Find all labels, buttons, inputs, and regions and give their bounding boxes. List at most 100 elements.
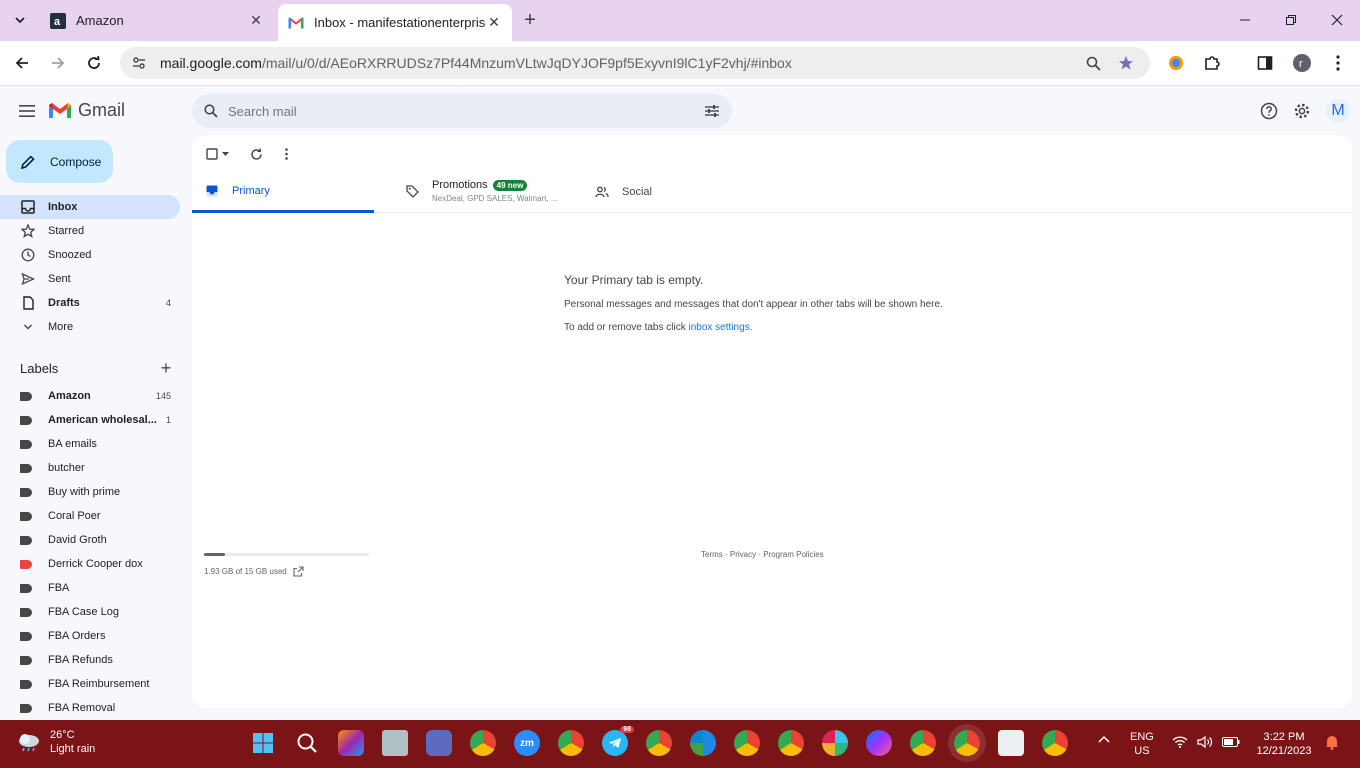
settings-button[interactable] <box>1291 100 1313 122</box>
browser-tab-gmail[interactable]: Inbox - manifestationenterprise ✕ <box>278 4 512 41</box>
chrome-app[interactable] <box>910 730 936 756</box>
label-item[interactable]: David Groth <box>0 528 180 552</box>
messenger-app[interactable] <box>866 730 892 756</box>
weather-widget[interactable]: 26°C Light rain <box>16 728 95 756</box>
language-indicator[interactable]: ENG US <box>1130 730 1154 758</box>
bookmark-star-icon[interactable] <box>1118 55 1134 71</box>
restore-button[interactable] <box>1279 8 1303 32</box>
extensions-menu-button[interactable] <box>1198 49 1226 77</box>
nav-item-more[interactable]: More <box>0 315 180 339</box>
nav-item-snoozed[interactable]: Snoozed <box>0 243 180 267</box>
chrome-app[interactable] <box>558 730 584 756</box>
snipping-tool-app[interactable] <box>998 730 1024 756</box>
refresh-button[interactable] <box>250 145 263 163</box>
url-text[interactable]: mail.google.com/mail/u/0/d/AEoRXRRUDSz7P… <box>160 55 1080 71</box>
label-item[interactable]: Derrick Cooper dox <box>0 552 180 576</box>
support-button[interactable] <box>1258 100 1280 122</box>
search-icon[interactable] <box>204 104 218 118</box>
label-item[interactable]: Buy with prime <box>0 480 180 504</box>
tab-search-dropdown[interactable] <box>8 8 32 32</box>
label-item[interactable]: American wholesal... 1 <box>0 408 180 432</box>
tab-social[interactable]: Social <box>582 171 732 213</box>
label-tag-icon <box>20 511 32 521</box>
reload-button[interactable] <box>80 49 108 77</box>
chrome-app[interactable] <box>1042 730 1068 756</box>
tab-title: Amazon <box>76 13 124 28</box>
label-item[interactable]: Amazon 145 <box>0 384 180 408</box>
task-view-app[interactable] <box>382 730 408 756</box>
chrome-app[interactable] <box>470 730 496 756</box>
search-input[interactable] <box>228 103 704 119</box>
open-external-icon[interactable] <box>293 566 304 577</box>
teams-meet-app[interactable] <box>426 730 452 756</box>
label-item[interactable]: FBA <box>0 576 180 600</box>
gmail-logo[interactable]: Gmail <box>48 100 125 121</box>
label-item[interactable]: FBA Case Log <box>0 600 180 624</box>
close-window-button[interactable] <box>1325 8 1349 32</box>
zoom-icon[interactable] <box>1086 56 1101 71</box>
extension-button[interactable] <box>1162 49 1190 77</box>
nav-item-inbox[interactable]: Inbox <box>0 195 180 219</box>
compose-button[interactable]: Compose <box>6 140 113 183</box>
zoom-icon: zm <box>520 737 534 749</box>
main-menu-button[interactable] <box>14 98 40 124</box>
label-item[interactable]: BA emails <box>0 432 180 456</box>
notifications-button[interactable] <box>1325 734 1339 750</box>
search-bar[interactable] <box>192 94 732 128</box>
chrome-app[interactable] <box>778 730 804 756</box>
copilot-app[interactable] <box>338 730 364 756</box>
label-item[interactable]: FBA Orders <box>0 624 180 648</box>
create-label-icon[interactable]: + <box>158 358 174 379</box>
network-button[interactable] <box>1172 736 1188 748</box>
zoom-app[interactable]: zm <box>514 730 540 756</box>
more-actions-button[interactable] <box>285 145 288 163</box>
volume-button[interactable] <box>1197 736 1213 748</box>
start-button[interactable] <box>250 730 276 756</box>
label-name: Amazon <box>48 390 91 402</box>
inbox-settings-link[interactable]: inbox settings <box>689 322 750 333</box>
nav-item-starred[interactable]: Starred <box>0 219 180 243</box>
label-item[interactable]: FBA Removal <box>0 696 180 720</box>
close-tab-icon[interactable]: ✕ <box>248 12 264 29</box>
privacy-link[interactable]: Privacy <box>730 550 756 559</box>
edge-app[interactable] <box>690 730 716 756</box>
inbox-icon <box>204 183 220 199</box>
nav-item-drafts[interactable]: Drafts 4 <box>0 291 180 315</box>
inbox-category-tabs: Primary Promotions 49 new NexDeal, GPD SA… <box>192 171 1352 213</box>
browser-tab-amazon[interactable]: a Amazon ✕ <box>40 6 274 35</box>
minimize-button[interactable] <box>1233 8 1257 32</box>
address-bar[interactable]: mail.google.com/mail/u/0/d/AEoRXRRUDSz7P… <box>120 47 1150 79</box>
battery-button[interactable] <box>1222 737 1240 747</box>
profile-button[interactable]: r <box>1288 49 1316 77</box>
chrome-app[interactable] <box>734 730 760 756</box>
label-item[interactable]: FBA Reimbursement <box>0 672 180 696</box>
nav-item-sent[interactable]: Sent <box>0 267 180 291</box>
search-options-icon[interactable] <box>704 104 720 118</box>
side-panel-button[interactable] <box>1251 49 1279 77</box>
close-tab-icon[interactable]: ✕ <box>486 14 502 31</box>
tab-primary[interactable]: Primary <box>192 171 374 213</box>
clock[interactable]: 3:22 PM 12/21/2023 <box>1252 730 1316 758</box>
clock-time: 3:22 PM <box>1263 731 1305 743</box>
taskbar-search-button[interactable] <box>294 730 320 756</box>
chrome-app-active[interactable] <box>954 730 980 756</box>
close-icon <box>1331 14 1343 26</box>
forward-button[interactable] <box>44 49 72 77</box>
label-name: David Groth <box>48 534 107 546</box>
select-checkbox-dropdown[interactable] <box>206 145 229 163</box>
chrome-app[interactable] <box>646 730 672 756</box>
account-avatar[interactable]: M <box>1326 99 1350 123</box>
browser-menu-button[interactable] <box>1324 49 1352 77</box>
slack-app[interactable] <box>822 730 848 756</box>
new-tab-button[interactable]: + <box>518 8 542 32</box>
show-hidden-icons-button[interactable] <box>1098 735 1110 743</box>
label-item[interactable]: FBA Refunds <box>0 648 180 672</box>
label-item[interactable]: Coral Poer <box>0 504 180 528</box>
telegram-app[interactable]: 98 <box>602 726 634 756</box>
tab-promotions[interactable]: Promotions 49 new NexDeal, GPD SALES, Wal… <box>392 171 572 213</box>
program-policies-link[interactable]: Program Policies <box>763 550 823 559</box>
back-button[interactable] <box>8 49 36 77</box>
terms-link[interactable]: Terms <box>701 550 723 559</box>
label-item[interactable]: butcher <box>0 456 180 480</box>
site-info-icon[interactable] <box>132 56 146 70</box>
